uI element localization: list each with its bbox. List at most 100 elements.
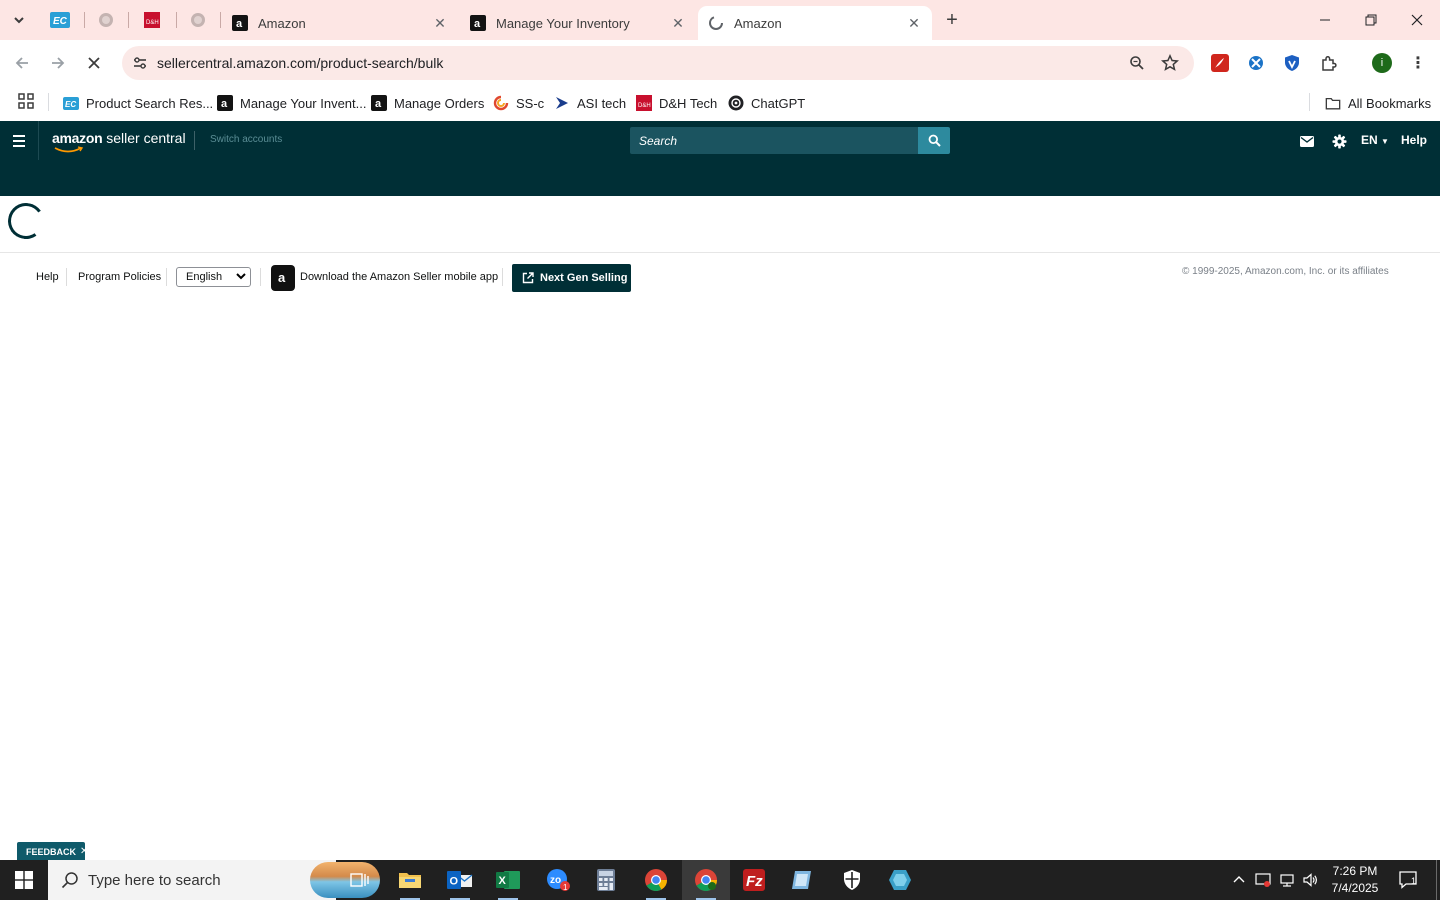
taskbar-excel[interactable]: X (484, 860, 532, 900)
notepad-icon (792, 871, 811, 889)
seller-central-logo[interactable]: amazon seller central (52, 130, 186, 146)
taskbar-notepad[interactable] (778, 860, 826, 900)
asi-icon (554, 95, 570, 111)
restore-button[interactable] (1348, 0, 1394, 40)
extensions-puzzle-icon[interactable] (1318, 52, 1340, 74)
minimize-button[interactable] (1302, 0, 1348, 40)
tab-strip: EC D&H a Amazon ✕ a Manage Your Inventor… (0, 0, 1440, 40)
taskbar-chrome[interactable] (632, 860, 680, 900)
site-info-icon[interactable] (128, 51, 152, 75)
bookmark-dh-tech[interactable]: D&H D&H Tech (636, 91, 717, 115)
program-policies-link[interactable]: Program Policies (78, 271, 161, 283)
notification-count: 1 (1411, 876, 1417, 886)
zoom-icon[interactable] (1126, 52, 1148, 74)
taskbar-zoom[interactable]: zo 1 (534, 860, 582, 900)
taskbar-security[interactable] (828, 860, 876, 900)
footer-language-select[interactable]: English (176, 267, 251, 287)
taskbar-search-box[interactable]: Type here to search (48, 860, 380, 900)
download-app-link[interactable]: Download the Amazon Seller mobile app (300, 271, 498, 283)
new-tab-button[interactable]: + (940, 8, 964, 32)
amazon-smile-icon (54, 146, 84, 153)
start-button[interactable] (0, 860, 48, 900)
seller-app-icon[interactable]: a (271, 265, 295, 291)
notification-center-icon[interactable]: 1 (1398, 870, 1420, 890)
close-icon (88, 57, 100, 69)
task-view-button[interactable] (336, 860, 384, 900)
seller-search-input[interactable]: Search (630, 127, 920, 154)
close-tab-icon[interactable]: ✕ (670, 15, 686, 32)
forward-button[interactable] (44, 49, 72, 77)
volume-icon[interactable] (1300, 870, 1320, 890)
taskbar-chrome-active[interactable] (682, 860, 730, 900)
extension-blue-icon[interactable] (1245, 52, 1267, 74)
close-feedback-icon[interactable]: ✕ (80, 846, 88, 857)
amazon-a-icon: a (371, 95, 387, 111)
tab-amazon-1[interactable]: a Amazon ✕ (222, 6, 458, 40)
tab-manage-inventory[interactable]: a Manage Your Inventory ✕ (460, 6, 696, 40)
show-desktop-button[interactable] (1436, 860, 1437, 900)
taskbar-file-explorer[interactable] (386, 860, 434, 900)
bookmark-product-search[interactable]: EC Product Search Res... (63, 91, 213, 115)
help-link[interactable]: Help (1401, 133, 1427, 147)
tab-search-dropdown[interactable] (6, 7, 32, 33)
taskbar-search-placeholder: Type here to search (88, 872, 221, 889)
bookmark-label: Manage Orders (394, 95, 485, 111)
shield-extension-icon[interactable] (1281, 52, 1303, 74)
tab-amazon-active[interactable]: Amazon ✕ (698, 6, 932, 40)
external-link-icon (522, 272, 534, 284)
apps-grid-icon[interactable] (17, 92, 37, 112)
back-button[interactable] (8, 49, 36, 77)
taskbar-calculator[interactable] (582, 860, 630, 900)
profile-avatar[interactable]: i (1372, 53, 1392, 73)
bookmark-ss-c[interactable]: SS-c (493, 91, 544, 115)
taskbar-filezilla[interactable]: Fz (730, 860, 778, 900)
close-tab-icon[interactable]: ✕ (906, 15, 922, 32)
url-text[interactable]: sellercentral.amazon.com/product-search/… (157, 55, 443, 71)
svg-text:EC: EC (53, 16, 68, 27)
hamburger-menu-icon[interactable] (8, 130, 30, 152)
footer-help-link[interactable]: Help (36, 271, 59, 283)
bookmark-asi-tech[interactable]: ASI tech (554, 91, 626, 115)
close-tab-icon[interactable]: ✕ (432, 15, 448, 32)
acrobat-extension-icon[interactable] (1209, 52, 1231, 74)
messages-icon[interactable] (1298, 132, 1316, 150)
taskbar-app-diamond[interactable] (876, 860, 924, 900)
ec-icon: EC (50, 12, 70, 28)
address-bar[interactable]: sellercentral.amazon.com/product-search/… (122, 46, 1194, 80)
arrow-right-icon (52, 57, 65, 69)
chatgpt-icon (728, 95, 744, 111)
bookmark-manage-inventory[interactable]: a Manage Your Invent... (217, 91, 366, 115)
next-gen-selling-button[interactable]: Next Gen Selling (512, 264, 631, 292)
bookmark-manage-orders[interactable]: a Manage Orders (371, 91, 484, 115)
bookmark-star-icon[interactable] (1159, 52, 1181, 74)
windows-taskbar: Type here to search O X zo 1 Fz 7:26 PM … (0, 860, 1440, 900)
close-window-button[interactable] (1394, 0, 1440, 40)
taskbar-outlook[interactable]: O (436, 860, 484, 900)
bookmark-label: All Bookmarks (1348, 95, 1432, 111)
pinned-tab-blank-2[interactable] (186, 8, 210, 32)
seller-search-button[interactable] (918, 127, 950, 154)
switch-accounts-link[interactable]: Switch accounts (210, 134, 282, 145)
network-icon[interactable] (1277, 870, 1297, 890)
stop-loading-button[interactable] (80, 49, 108, 77)
feedback-tab[interactable]: FEEDBACK ✕ (17, 842, 88, 861)
bookmark-chatgpt[interactable]: ChatGPT (728, 91, 805, 115)
svg-text:X: X (499, 875, 507, 887)
folder-icon (1325, 95, 1341, 111)
tray-remote-icon[interactable] (1253, 870, 1273, 890)
browser-menu-icon[interactable]: ⋮ (1409, 51, 1427, 75)
language-selector[interactable]: EN ▼ (1361, 133, 1389, 147)
bookmark-label: Manage Your Invent... (240, 95, 367, 111)
all-bookmarks-folder[interactable]: All Bookmarks (1325, 91, 1431, 115)
show-hidden-icons[interactable] (1229, 870, 1249, 890)
system-clock[interactable]: 7:26 PM 7/4/2025 (1320, 863, 1390, 897)
svg-text:EC: EC (65, 100, 76, 109)
task-view-icon (350, 873, 369, 887)
pinned-tab-blank-1[interactable] (94, 8, 118, 32)
settings-gear-icon[interactable] (1330, 132, 1348, 150)
clock-date: 7/4/2025 (1331, 881, 1379, 895)
pinned-tab-dh[interactable]: D&H (140, 8, 164, 32)
pinned-tab-ec[interactable]: EC (48, 8, 72, 32)
svg-text:a: a (474, 18, 481, 30)
globe-icon (99, 13, 113, 27)
